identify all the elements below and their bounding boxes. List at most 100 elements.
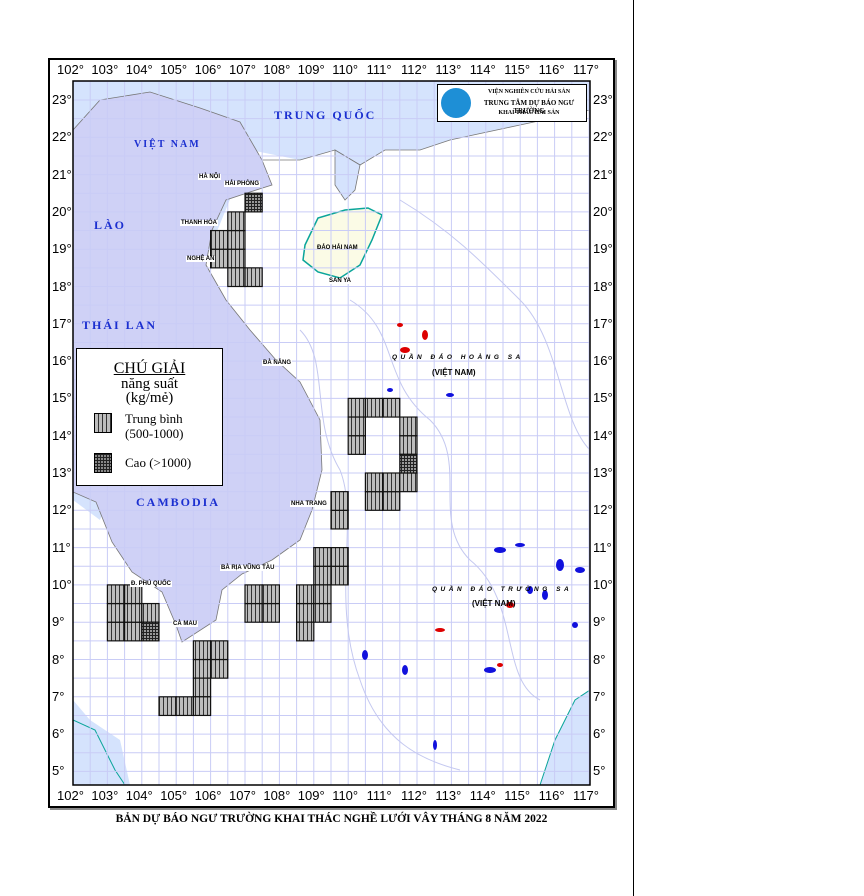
longitude-tick-bottom: 112°	[401, 788, 427, 803]
medium-yield-cell	[347, 435, 367, 455]
medium-yield-cell	[123, 621, 143, 642]
institute-emblem-icon	[441, 88, 471, 118]
longitude-tick-bottom: 107°	[229, 788, 256, 803]
reef-marker	[397, 323, 403, 327]
latitude-tick-right: 6°	[593, 726, 606, 742]
latitude-tick-left: 7°	[52, 688, 65, 704]
label-thanh-hoa: THANH HÓA	[180, 220, 218, 226]
reef-marker	[402, 665, 408, 675]
latitude-tick-right: 5°	[593, 763, 606, 779]
longitude-tick-bottom: 117°	[573, 788, 599, 803]
medium-yield-cell	[313, 565, 332, 586]
latitude-tick-left: 22°	[52, 129, 72, 145]
medium-yield-cell	[313, 602, 332, 623]
longitude-tick-top: 114°	[469, 62, 496, 77]
latitude-tick-left: 15°	[52, 390, 72, 406]
label-hoang-sa: QUẦN ĐẢO HOÀNG SA	[392, 354, 524, 361]
latitude-tick-right: 11°	[593, 539, 612, 555]
medium-yield-cell	[123, 584, 143, 605]
legend-subtitle-1: năng suất	[120, 376, 179, 392]
latitude-tick-left: 10°	[52, 576, 72, 592]
legend-medium-text: Trung bình (500-1000)	[125, 411, 184, 441]
medium-yield-cell	[106, 602, 126, 623]
reef-marker	[494, 547, 506, 553]
legend-subtitle-2: (kg/mẻ)	[125, 390, 174, 406]
latitude-tick-left: 5°	[52, 763, 65, 779]
reef-marker	[387, 388, 393, 392]
longitude-tick-top: 109°	[297, 62, 325, 77]
medium-yield-cell	[296, 602, 315, 623]
medium-yield-cell	[399, 416, 418, 437]
medium-yield-cell	[330, 565, 349, 586]
reef-marker	[497, 663, 503, 667]
label-hai-phong: HẢI PHÒNG	[224, 181, 261, 187]
medium-yield-cell	[296, 584, 315, 605]
latitude-tick-left: 18°	[52, 278, 72, 294]
latitude-tick-right: 22°	[593, 129, 613, 145]
medium-yield-cell	[210, 640, 229, 661]
medium-yield-cell	[399, 435, 418, 455]
latitude-tick-left: 16°	[52, 353, 72, 369]
medium-yield-cell	[158, 696, 177, 717]
reef-marker	[446, 393, 454, 397]
medium-yield-cell	[364, 397, 384, 418]
medium-yield-cell	[313, 584, 332, 605]
medium-yield-cell	[330, 546, 349, 567]
medium-yield-cell	[175, 696, 194, 717]
institute-logo-box: VIỆN NGHIÊN CỨU HẢI SẢN TRUNG TÂM DỰ BÁO…	[437, 84, 587, 122]
latitude-tick-right: 10°	[593, 576, 613, 592]
label-lao: LÀO	[94, 218, 127, 232]
high-yield-cell	[141, 621, 160, 642]
high-yield-cell	[244, 192, 263, 213]
longitude-tick-bottom: 108°	[263, 788, 291, 803]
latitude-tick-left: 6°	[52, 726, 65, 742]
longitude-tick-bottom: 104°	[125, 788, 153, 803]
latitude-tick-left: 13°	[52, 465, 72, 480]
medium-yield-cell	[227, 211, 246, 232]
reef-marker	[484, 667, 496, 673]
medium-yield-cell	[227, 229, 246, 250]
medium-yield-cell	[192, 658, 212, 679]
medium-yield-cell	[382, 491, 401, 511]
reef-marker	[575, 567, 585, 573]
longitude-tick-top: 110°	[332, 62, 359, 77]
latitude-tick-right: 8°	[593, 651, 606, 667]
latitude-tick-left: 14°	[52, 427, 72, 443]
longitude-tick-bottom: 110°	[332, 788, 359, 803]
medium-yield-cell	[210, 658, 229, 679]
map-caption: BẢN DỰ BÁO NGƯ TRƯỜNG KHAI THÁC NGHỀ LƯỚ…	[115, 813, 548, 825]
label-ha-noi: HÀ NỘI	[198, 174, 221, 180]
latitude-tick-left: 19°	[52, 241, 72, 257]
legend-high-label: Cao (>1000)	[125, 455, 192, 470]
reef-marker	[435, 628, 445, 632]
reef-marker	[572, 622, 578, 628]
longitude-tick-top: 104°	[125, 62, 153, 77]
medium-yield-cell	[364, 472, 384, 493]
medium-yield-cell	[227, 248, 246, 269]
label-viet-nam: VIỆT NAM	[134, 139, 201, 150]
latitude-tick-right: 9°	[593, 614, 606, 630]
longitude-tick-top: 117°	[573, 62, 599, 77]
latitude-tick-left: 21°	[52, 166, 72, 182]
latitude-tick-left: 9°	[52, 614, 65, 630]
latitude-tick-left: 23°	[52, 92, 72, 107]
medium-yield-cell	[192, 696, 212, 717]
medium-yield-cell	[244, 267, 263, 288]
logo-line-3: KHAI THÁC HẢI SẢN	[498, 110, 560, 116]
longitude-tick-top: 115°	[504, 62, 531, 77]
longitude-tick-bottom: 105°	[160, 788, 188, 803]
longitude-tick-top: 111°	[366, 62, 392, 77]
longitude-tick-top: 113°	[435, 62, 462, 77]
medium-yield-cell	[227, 267, 246, 288]
longitude-tick-bottom: 102°	[57, 788, 84, 803]
medium-yield-cell	[261, 584, 281, 605]
latitude-tick-left: 12°	[52, 502, 72, 518]
legend-medium-range: (500-1000)	[125, 426, 184, 441]
latitude-tick-right: 13°	[593, 465, 613, 480]
label-nghe-an: NGHỆ AN	[186, 256, 216, 262]
label-truong-sa-vn: (VIỆT NAM)	[472, 599, 516, 608]
label-nha-trang: NHA TRANG	[290, 501, 328, 507]
medium-yield-cell	[382, 397, 401, 418]
label-thai-lan: THÁI LAN	[82, 318, 158, 332]
label-da-nang: ĐÀ NẴNG	[262, 360, 292, 366]
